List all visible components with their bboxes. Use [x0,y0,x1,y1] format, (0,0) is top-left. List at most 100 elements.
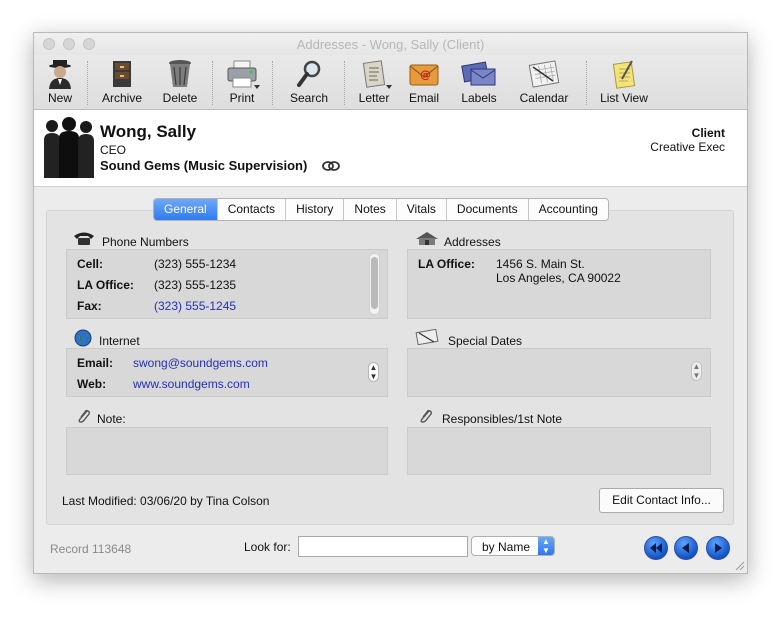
last-modified: Last Modified: 03/06/20 by Tina Colson [62,494,270,508]
toolbar-separator [586,61,588,105]
trash-can-icon [169,60,191,87]
toolbar: New Archive Delete Print Search Letter @… [34,55,747,110]
paperclip-icon [420,409,433,423]
tab-notes[interactable]: Notes [344,199,397,220]
toolbar-separator [272,61,274,105]
next-arrow-icon [715,543,722,553]
title-bar[interactable]: Addresses - Wong, Sally (Client) [34,33,747,56]
addresses-title: Addresses [444,235,501,249]
responsibles-box[interactable] [407,427,711,475]
archive-label: Archive [101,91,142,105]
tab-accounting[interactable]: Accounting [528,199,608,220]
phone-scroll-thumb[interactable] [371,257,378,309]
sort-by-select[interactable]: by Name ▲ ▼ [471,536,555,556]
sort-by-value: by Name [482,540,531,554]
special-dates-box: ▲ ▼ [407,348,711,397]
previous-record-button[interactable] [674,536,698,560]
email-label: Email [408,91,439,105]
internet-box: Email: swong@soundgems.com Web: www.soun… [66,348,388,397]
calendar-label: Calendar [519,91,569,105]
tab-general[interactable]: General [154,199,218,220]
list-view-label: List View [600,91,648,105]
first-record-button[interactable] [644,536,668,560]
phone-scrollbar[interactable] [369,253,380,315]
email-envelope-icon: @ [409,64,439,86]
search-button[interactable]: Search [289,59,329,105]
address-line1[interactable]: 1456 S. Main St. [496,257,585,271]
phone-label: Fax: [77,299,102,313]
letter-menu-arrow-icon[interactable] [386,85,392,89]
web-link[interactable]: www.soundgems.com [133,377,250,391]
toolbar-separator [87,61,89,105]
labels-label: Labels [461,91,497,105]
web-label: Web: [77,377,107,391]
company-link-icon[interactable] [321,160,341,172]
contact-subtype: Creative Exec [650,140,725,154]
new-person-icon [49,60,71,89]
toolbar-separator [212,61,214,105]
print-menu-arrow-icon[interactable] [254,85,260,89]
record-number: Record 113648 [50,542,132,556]
phone-label: LA Office: [77,278,134,292]
globe-icon [74,329,92,347]
note-title: Note: [97,412,126,426]
tab-documents[interactable]: Documents [446,199,529,220]
next-record-button[interactable] [706,536,730,560]
edit-contact-info-button[interactable]: Edit Contact Info... [599,488,724,513]
delete-button[interactable]: Delete [162,59,198,105]
list-view-button[interactable]: List View [599,59,649,105]
tab-bar: General Contacts History Notes Vitals Do… [153,198,609,221]
rewind-icon [650,543,662,553]
contact-job-title: CEO [100,143,127,157]
resize-grip-icon[interactable] [733,559,745,571]
archive-button[interactable]: Archive [100,59,144,105]
phone-numbers-box: Cell: (323) 555-1234 LA Office: (323) 55… [66,249,388,319]
contact-header: Wong, Sally CEO Sound Gems (Music Superv… [34,110,747,187]
magnifier-icon [297,60,321,87]
email-label: Email: [77,356,114,370]
labels-button[interactable]: Labels [459,59,499,105]
previous-arrow-icon [682,543,689,553]
letter-label: Letter [358,91,390,105]
responsibles-title: Responsibles/1st Note [442,412,563,426]
toolbar-separator [344,61,346,105]
look-for-label: Look for: [244,540,291,554]
print-button[interactable]: Print [224,59,260,105]
look-for-input[interactable] [298,536,468,557]
tab-history[interactable]: History [286,199,345,220]
select-arrows-icon: ▲ ▼ [538,537,554,555]
calendar-small-icon [415,329,439,345]
internet-stepper[interactable]: ▲ ▼ [368,362,379,382]
telephone-icon [74,232,94,245]
addresses-box: LA Office: 1456 S. Main St. Los Angeles,… [407,249,711,319]
phone-value[interactable]: (323) 555-1235 [154,278,236,292]
calendar-icon [528,60,560,88]
contact-name: Wong, Sally [100,122,197,141]
addresses-window: Addresses - Wong, Sally (Client) New Arc… [33,32,748,574]
phone-value[interactable]: (323) 555-1245 [154,299,236,313]
email-link[interactable]: swong@soundgems.com [133,356,268,370]
paperclip-icon [78,409,91,423]
contact-group-silhouette-icon [44,117,94,178]
tab-vitals[interactable]: Vitals [396,199,447,220]
letter-document-icon [362,60,386,88]
house-icon [416,232,438,245]
delete-label: Delete [162,91,198,105]
phone-value[interactable]: (323) 555-1234 [154,257,236,271]
search-label: Search [289,91,329,105]
phone-numbers-title: Phone Numbers [102,235,189,249]
new-label: New [47,91,72,105]
email-button[interactable]: @ Email [406,59,442,105]
phone-label: Cell: [77,257,104,271]
new-button[interactable]: New [44,59,76,105]
letter-button[interactable]: Letter [356,59,392,105]
special-dates-title: Special Dates [448,334,523,348]
tab-contacts[interactable]: Contacts [217,199,287,220]
window-title: Addresses - Wong, Sally (Client) [296,37,485,52]
calendar-button[interactable]: Calendar [517,59,571,105]
note-box[interactable] [66,427,388,475]
internet-title: Internet [99,334,140,348]
address-line2[interactable]: Los Angeles, CA 90022 [496,271,621,285]
special-dates-stepper[interactable]: ▲ ▼ [691,361,702,381]
archive-cabinet-icon [113,61,131,87]
